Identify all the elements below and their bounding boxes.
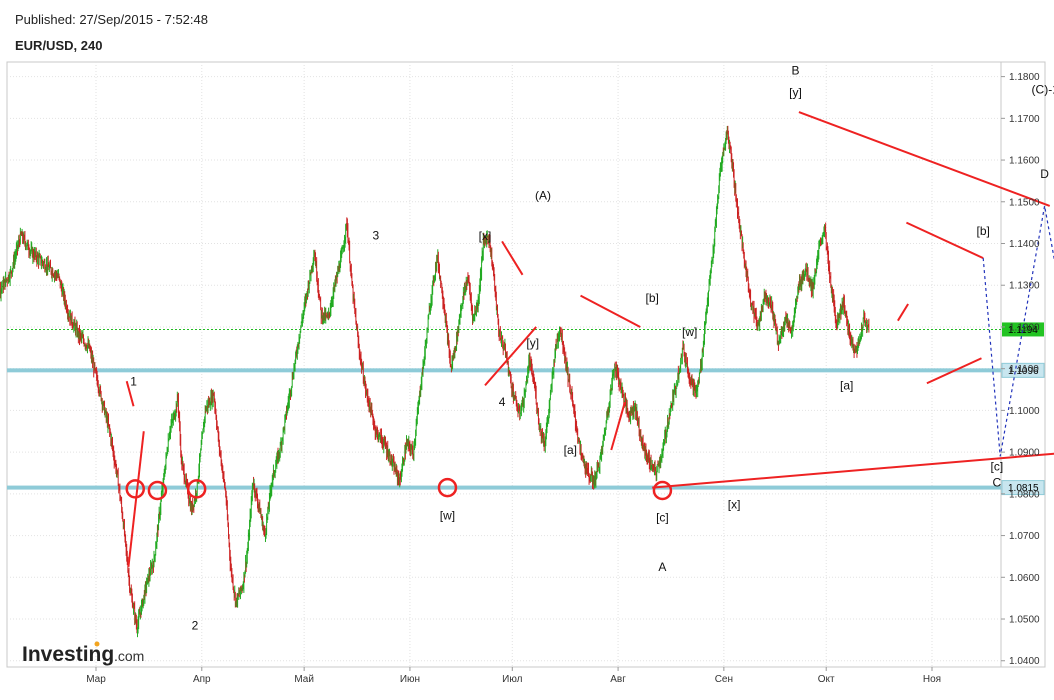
y-tick-label: 1.0400 <box>1009 656 1040 667</box>
wave-label: A <box>658 560 666 574</box>
logo-domain: .com <box>114 648 144 664</box>
y-tick-label: 1.1300 <box>1009 281 1040 292</box>
y-tick-label: 1.1800 <box>1009 72 1040 83</box>
y-tick-label: 1.0700 <box>1009 531 1040 542</box>
wave-label: 3 <box>372 228 379 242</box>
wave-label: (A) <box>535 189 551 203</box>
x-tick-label: Май <box>294 674 314 685</box>
x-tick-label: Сен <box>715 674 733 685</box>
wave-label: [b] <box>646 291 659 305</box>
x-tick-label: Ноя <box>923 674 941 685</box>
y-tick-label: 1.1700 <box>1009 114 1040 125</box>
x-tick-label: Апр <box>193 674 211 685</box>
wave-label: [c] <box>656 510 669 524</box>
wave-label: [w] <box>682 325 697 339</box>
y-tick-label: 1.1100 <box>1009 364 1039 375</box>
x-tick-label: Мар <box>86 674 106 685</box>
y-tick-label: 1.1500 <box>1009 197 1040 208</box>
wave-label: [x] <box>479 229 492 243</box>
wave-label: B <box>792 64 800 78</box>
wave-label: [b] <box>977 224 990 238</box>
y-tick-label: 1.1400 <box>1009 239 1040 250</box>
wave-label: 4 <box>499 395 506 409</box>
wave-label: [y] <box>789 86 802 100</box>
x-tick-label: Июн <box>400 674 420 685</box>
level-line <box>7 485 1001 490</box>
wave-label: [w] <box>440 509 455 523</box>
level-line <box>7 368 1001 373</box>
wave-label: [c] <box>990 459 1003 473</box>
y-tick-label: 1.0800 <box>1009 489 1040 500</box>
x-tick-label: Июл <box>502 674 522 685</box>
wave-label: 1 <box>130 374 137 388</box>
wave-label: (C)-1.2000+-(C)=(A) <box>1032 82 1054 96</box>
wave-label: D <box>1040 167 1049 181</box>
y-tick-label: 1.0900 <box>1009 448 1040 459</box>
wave-label: [a] <box>840 379 853 393</box>
wave-label: [y] <box>526 336 539 350</box>
logo-dot <box>94 641 100 647</box>
logo-wordmark: Investing <box>22 643 114 666</box>
y-tick-label: 1.1000 <box>1009 406 1040 417</box>
price-chart[interactable]: 1.10961.08151.1194 1234(A)[x][y][w][b][w… <box>0 0 1054 700</box>
wave-label: [x] <box>728 497 741 511</box>
y-tick-label: 1.1600 <box>1009 156 1040 167</box>
wave-label: C <box>992 475 1001 489</box>
x-tick-label: Окт <box>818 674 835 685</box>
wave-label: [a] <box>564 443 577 457</box>
x-tick-label: Авг <box>610 674 626 685</box>
y-tick-label: 1.0500 <box>1009 615 1040 626</box>
y-tick-label: 1.1200 <box>1009 322 1040 333</box>
y-tick-label: 1.0600 <box>1009 573 1040 584</box>
wave-label: 2 <box>192 618 199 632</box>
